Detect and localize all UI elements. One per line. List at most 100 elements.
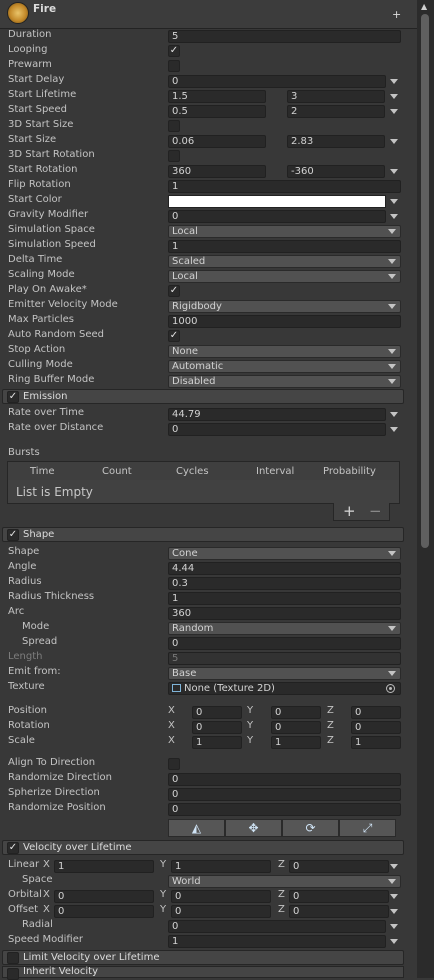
start-color-label: Start Color <box>8 194 62 205</box>
limit-velocity-over-lifetime-enable-checkbox[interactable] <box>7 952 19 964</box>
shape-section-header[interactable]: ✓ Shape <box>2 527 404 542</box>
rate-over-distance-field[interactable]: 0 <box>168 423 386 436</box>
offset-velocity-curve-dropdown-icon[interactable] <box>390 909 398 914</box>
start-speed-curve-dropdown-icon[interactable] <box>390 109 398 114</box>
spread-field[interactable]: 0 <box>168 637 401 650</box>
auto-random-seed-checkbox[interactable]: ✓ <box>168 330 180 342</box>
stop-action-dropdown[interactable]: None <box>168 345 401 358</box>
radial-field[interactable]: 0 <box>168 920 386 933</box>
position-y-field[interactable]: 0 <box>271 706 321 719</box>
emit-from-dropdown[interactable]: Base <box>168 667 401 680</box>
looping-checkbox[interactable]: ✓ <box>168 45 180 57</box>
velocity-over-lifetime-enable-checkbox[interactable]: ✓ <box>7 842 19 854</box>
offset-velocity-z-field[interactable]: 0 <box>289 905 389 918</box>
start-delay-field[interactable]: 0 <box>168 75 386 88</box>
simulation-space-dropdown[interactable]: Local <box>168 225 401 238</box>
prewarm-checkbox[interactable] <box>168 60 180 72</box>
orbital-velocity-curve-dropdown-icon[interactable] <box>390 894 398 899</box>
rate-over-time-curve-dropdown-icon[interactable] <box>390 412 398 417</box>
start-color-swatch[interactable] <box>168 195 386 208</box>
rate-over-distance-curve-dropdown-icon[interactable] <box>390 427 398 432</box>
scrollbar-thumb[interactable] <box>421 14 429 548</box>
3d-start-rotation-checkbox[interactable] <box>168 150 180 162</box>
texture-object-field[interactable]: None (Texture 2D) <box>168 682 401 695</box>
limit-velocity-over-lifetime-section-header[interactable]: Limit Velocity over Lifetime <box>2 950 404 965</box>
start-size-curve-dropdown-icon[interactable] <box>390 139 398 144</box>
start-speed-min-field[interactable]: 0.5 <box>168 105 266 118</box>
velocity-over-lifetime-section-header[interactable]: ✓ Velocity over Lifetime <box>2 840 404 855</box>
radial-curve-dropdown-icon[interactable] <box>390 924 398 929</box>
orbital-velocity-y-field[interactable]: 0 <box>171 890 271 903</box>
duration-field[interactable]: 5 <box>168 30 401 43</box>
ring-buffer-mode-dropdown[interactable]: Disabled <box>168 375 401 388</box>
randomize-direction-field[interactable]: 0 <box>168 773 401 786</box>
emitter-velocity-mode-dropdown[interactable]: Rigidbody <box>168 300 401 313</box>
inherit-velocity-section-header[interactable]: Inherit Velocity <box>2 966 404 980</box>
start-size-max-field[interactable]: 2.83 <box>287 135 385 148</box>
start-rotation-max-field[interactable]: -360 <box>287 165 385 178</box>
rotation-x-field[interactable]: 0 <box>192 721 242 734</box>
start-lifetime-max-field[interactable]: 3 <box>287 90 385 103</box>
rate-over-time-field[interactable]: 44.79 <box>168 408 386 421</box>
delta-time-dropdown[interactable]: Scaled <box>168 255 401 268</box>
scale-x-field[interactable]: 1 <box>192 736 242 749</box>
orbital-velocity-x-field[interactable]: 0 <box>54 890 154 903</box>
start-lifetime-curve-dropdown-icon[interactable] <box>390 94 398 99</box>
start-size-min-field[interactable]: 0.06 <box>168 135 266 148</box>
shape-edit-tool-button[interactable]: ◭ <box>168 819 225 837</box>
start-delay-curve-dropdown-icon[interactable] <box>390 79 398 84</box>
position-x-field[interactable]: 0 <box>192 706 242 719</box>
spherize-direction-field[interactable]: 0 <box>168 788 401 801</box>
flip-rotation-field[interactable]: 1 <box>168 180 401 193</box>
position-z-field[interactable]: 0 <box>351 706 401 719</box>
rotate-tool-button[interactable]: ⟳ <box>282 819 339 837</box>
offset-velocity-x-field[interactable]: 0 <box>54 905 154 918</box>
remove-burst-button[interactable]: − <box>369 502 382 520</box>
scale-y-field[interactable]: 1 <box>271 736 321 749</box>
start-rotation-min-field[interactable]: 360 <box>168 165 266 178</box>
add-icon[interactable]: + <box>392 9 401 20</box>
3d-start-size-checkbox[interactable] <box>168 120 180 132</box>
linear-velocity-z-field[interactable]: 0 <box>289 860 389 873</box>
offset-velocity-y-field[interactable]: 0 <box>171 905 271 918</box>
start-color-gradient-dropdown-icon[interactable] <box>390 199 398 204</box>
align-to-direction-checkbox[interactable] <box>168 758 180 770</box>
max-particles-field[interactable]: 1000 <box>168 315 401 328</box>
radius-thickness-field[interactable]: 1 <box>168 592 401 605</box>
space-label: Space <box>22 874 53 885</box>
scale-tool-button[interactable]: ⤢ <box>339 819 396 837</box>
gravity-modifier-curve-dropdown-icon[interactable] <box>390 214 398 219</box>
shape-enable-checkbox[interactable]: ✓ <box>7 529 19 541</box>
culling-mode-dropdown[interactable]: Automatic <box>168 360 401 373</box>
arc-field[interactable]: 360 <box>168 607 401 620</box>
linear-velocity-curve-dropdown-icon[interactable] <box>390 864 398 869</box>
start-lifetime-min-field[interactable]: 1.5 <box>168 90 266 103</box>
speed-modifier-field[interactable]: 1 <box>168 935 386 948</box>
speed-modifier-curve-dropdown-icon[interactable] <box>390 939 398 944</box>
emission-section-header[interactable]: ✓ Emission <box>2 389 404 404</box>
inherit-velocity-enable-checkbox[interactable] <box>7 968 19 980</box>
linear-velocity-x-field[interactable]: 1 <box>54 860 154 873</box>
space-dropdown[interactable]: World <box>168 875 401 888</box>
angle-field[interactable]: 4.44 <box>168 562 401 575</box>
play-on-awake-checkbox[interactable]: ✓ <box>168 285 180 297</box>
emission-enable-checkbox[interactable]: ✓ <box>7 391 19 403</box>
move-tool-button[interactable]: ✥ <box>225 819 282 837</box>
start-speed-max-field[interactable]: 2 <box>287 105 385 118</box>
radius-field[interactable]: 0.3 <box>168 577 401 590</box>
shape-dropdown[interactable]: Cone <box>168 547 401 560</box>
linear-velocity-y-field[interactable]: 1 <box>171 860 271 873</box>
scale-z-field[interactable]: 1 <box>351 736 401 749</box>
rotation-y-field[interactable]: 0 <box>271 721 321 734</box>
start-rotation-curve-dropdown-icon[interactable] <box>390 169 398 174</box>
scaling-mode-dropdown[interactable]: Local <box>168 270 401 283</box>
gravity-modifier-field[interactable]: 0 <box>168 210 386 223</box>
simulation-speed-field[interactable]: 1 <box>168 240 401 253</box>
rotation-z-field[interactable]: 0 <box>351 721 401 734</box>
scroll-up-arrow-icon[interactable]: ▲ <box>421 2 427 11</box>
add-burst-button[interactable]: + <box>343 502 356 520</box>
mode-dropdown[interactable]: Random <box>168 622 401 635</box>
texture-picker-icon[interactable] <box>386 684 395 693</box>
orbital-velocity-z-field[interactable]: 0 <box>289 890 389 903</box>
randomize-position-field[interactable]: 0 <box>168 803 401 816</box>
